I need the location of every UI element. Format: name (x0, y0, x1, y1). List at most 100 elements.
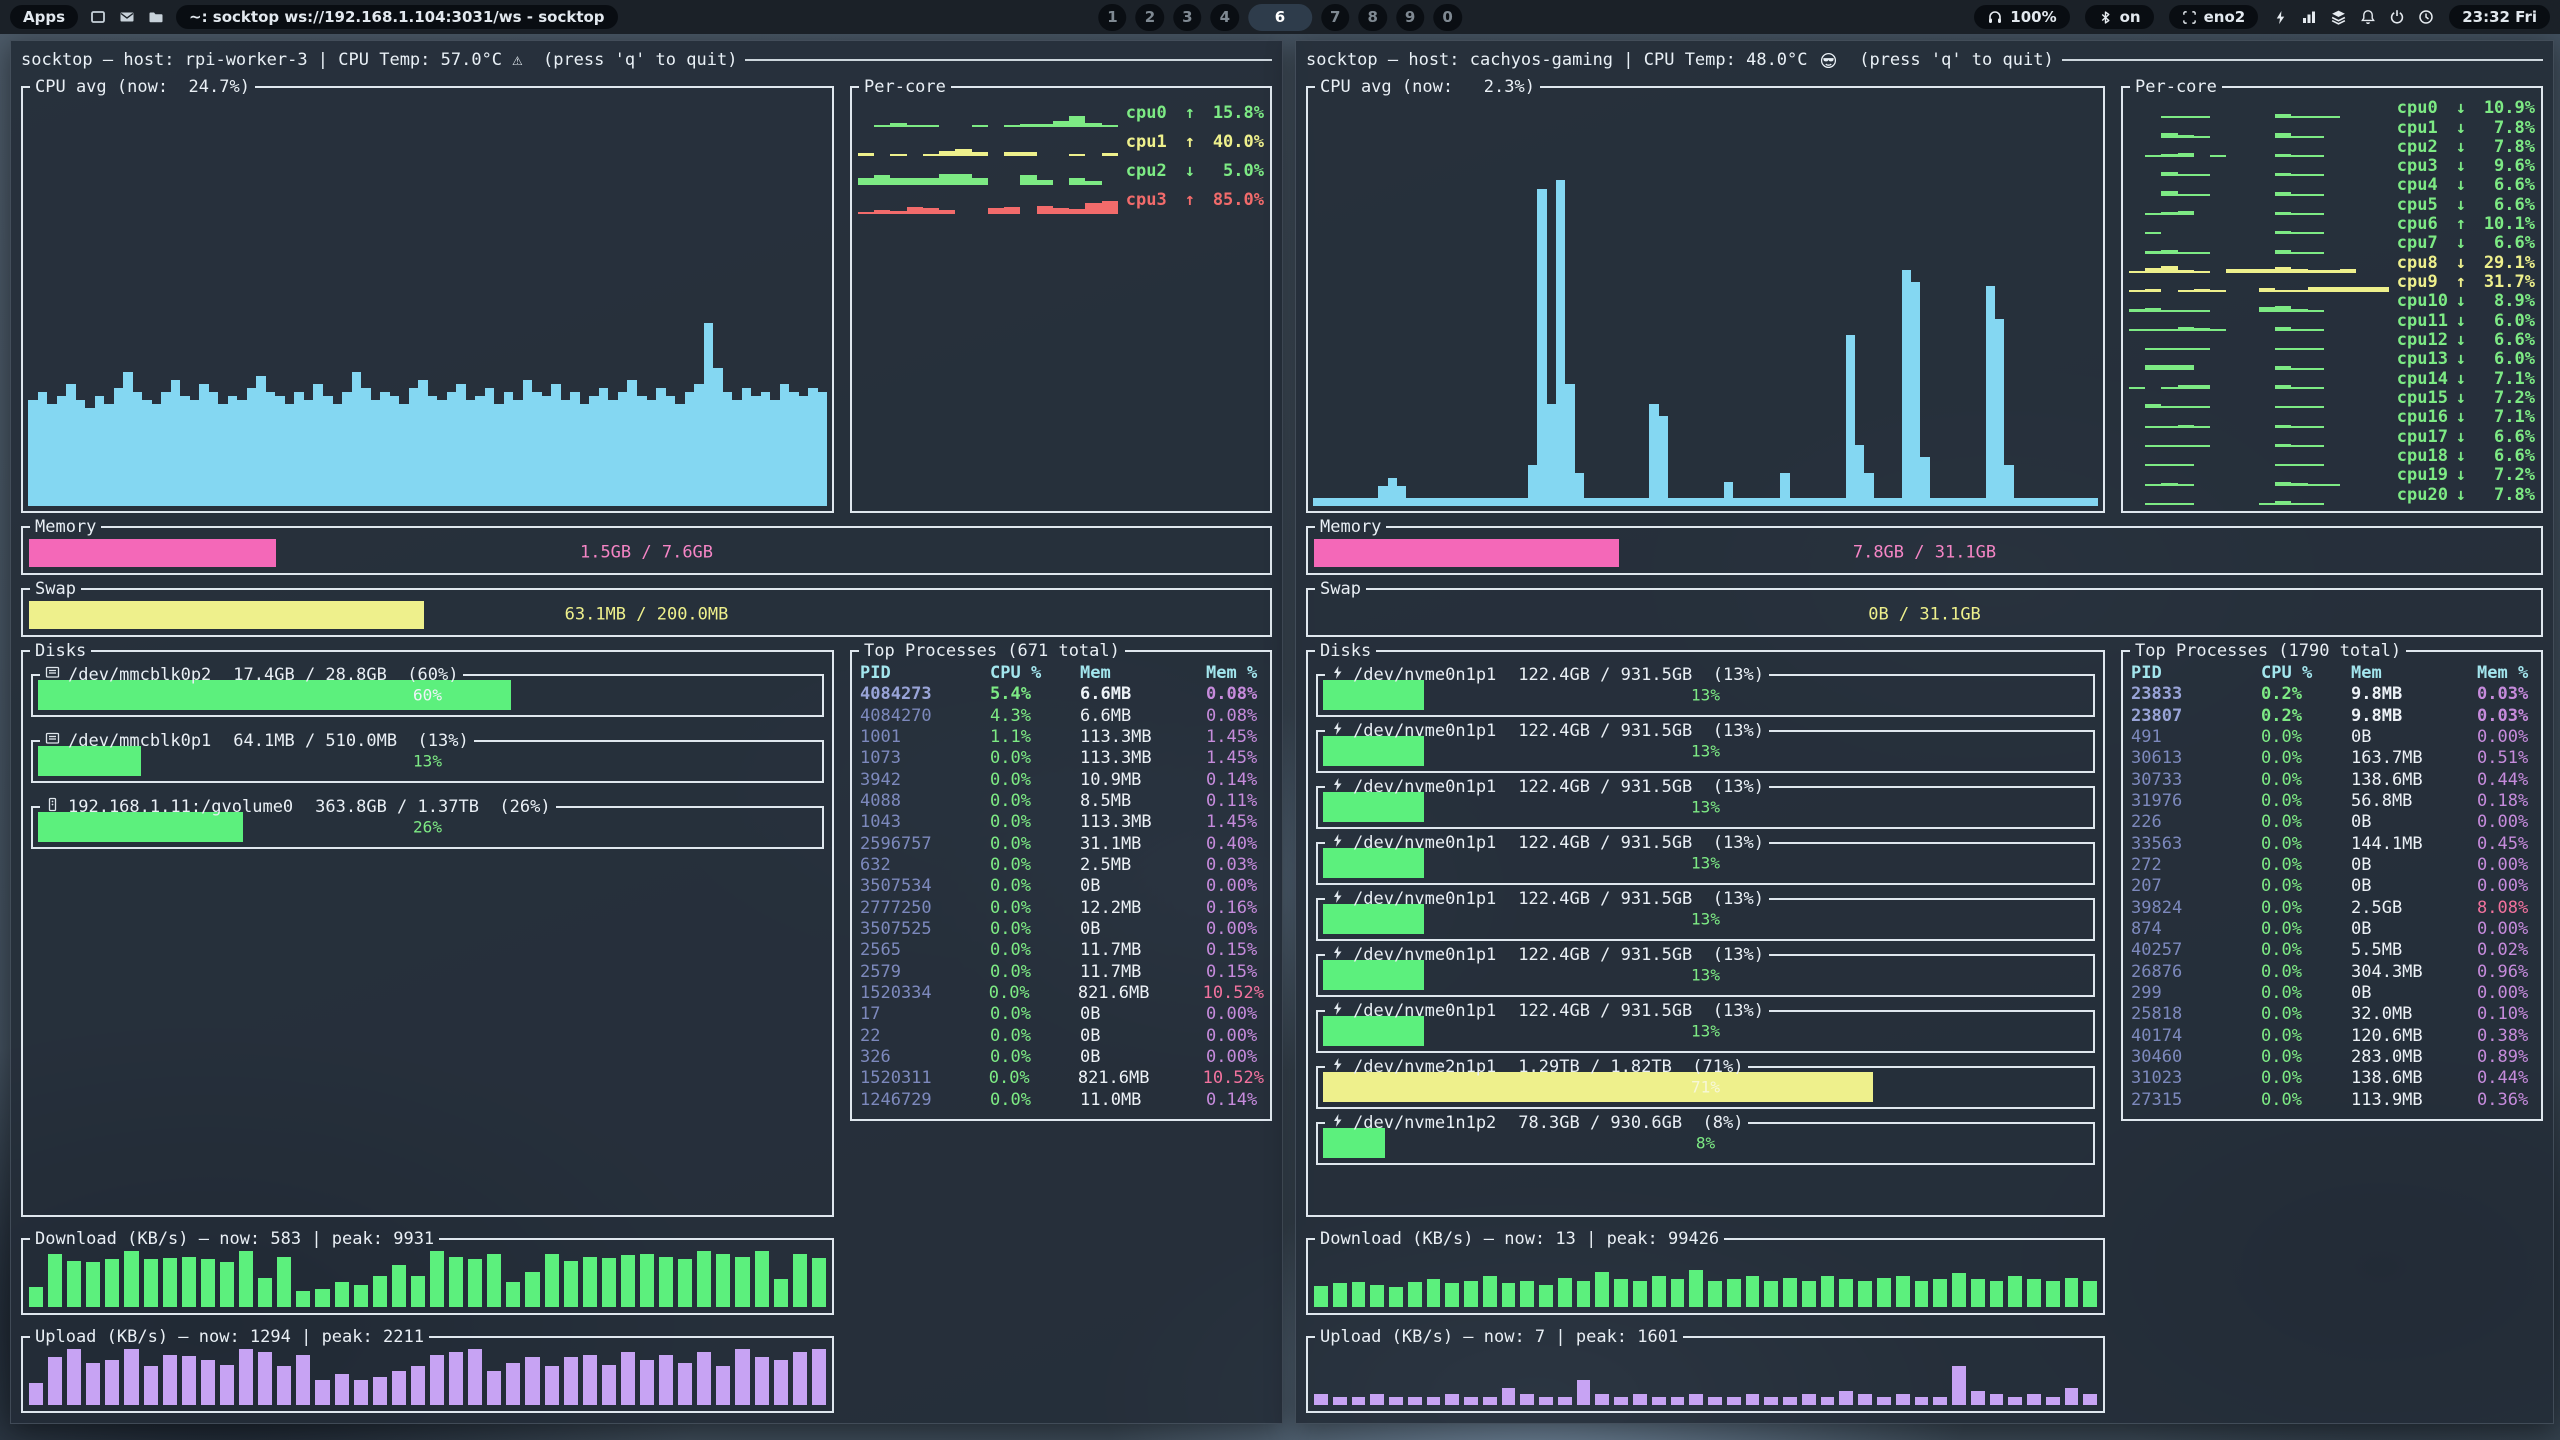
process-row: 40842735.4%6.6MB0.08% (860, 684, 1264, 705)
bar (755, 1251, 769, 1307)
bar (1520, 1394, 1534, 1405)
cpu-percent: 0.0% (990, 1090, 1080, 1111)
workspace-button-0[interactable]: 0 (1433, 4, 1461, 31)
core-sparkline (2129, 199, 2389, 215)
bar (1332, 498, 1341, 506)
cpu-percent: 0.0% (990, 791, 1080, 812)
bar (1705, 498, 1714, 506)
bar (1633, 1394, 1647, 1405)
workspace-button-7[interactable]: 7 (1321, 4, 1349, 31)
bar (923, 154, 939, 156)
focused-window-title[interactable]: ~: socktop ws://192.168.1.104:3031/ws - … (176, 5, 618, 29)
power-profile-bolt-icon[interactable] (2273, 10, 2288, 25)
bar (67, 1349, 81, 1405)
workspace-button-4[interactable]: 4 (1211, 4, 1239, 31)
layers-icon[interactable] (2330, 9, 2347, 26)
clock-indicator[interactable]: 23:32 Fri (2449, 5, 2550, 29)
core-usage: 31.7% (2471, 272, 2535, 293)
process-row: 307330.0%138.6MB0.44% (2131, 770, 2535, 791)
bar (1020, 124, 1036, 127)
core-sparkline (2129, 431, 2389, 447)
bar (228, 396, 238, 506)
bar (1821, 1276, 1835, 1307)
bar (504, 392, 514, 506)
volume-value: 100% (2010, 8, 2056, 26)
core-name: cpu13 (2397, 349, 2451, 370)
bar (1633, 1281, 1647, 1307)
bluetooth-indicator[interactable]: on (2085, 5, 2154, 29)
bar (1986, 286, 1995, 506)
clock-history-icon[interactable] (2418, 9, 2434, 25)
volume-indicator[interactable]: 100% (1974, 5, 2069, 29)
pid: 31976 (2131, 791, 2261, 812)
bar (1370, 1285, 1384, 1307)
socktop-title-right-pre: socktop — host: cachyos-gaming | CPU Tem… (1306, 50, 1818, 71)
workspace-button-2[interactable]: 2 (1136, 4, 1164, 31)
bar (1575, 473, 1584, 506)
border-segment (1769, 730, 2095, 732)
pid: 23833 (2131, 684, 2261, 705)
border-segment (1376, 650, 2105, 652)
resource-bars-icon[interactable] (2301, 9, 2317, 25)
bar (972, 125, 988, 127)
bar (1416, 498, 1425, 506)
border-segment (21, 1238, 30, 1240)
bar (1434, 498, 1443, 506)
bar (485, 388, 495, 506)
border-segment (31, 806, 40, 808)
core-trend-arrow: ↓ (2456, 465, 2466, 486)
workspace-button-9[interactable]: 9 (1396, 4, 1424, 31)
bar (2014, 498, 2023, 506)
bar (818, 392, 828, 506)
core-usage: 10.9% (2471, 98, 2535, 119)
mail-icon[interactable] (119, 9, 135, 25)
pid: 226 (2131, 812, 2261, 833)
mem: 163.7MB (2351, 748, 2477, 769)
mem: 304.3MB (2351, 962, 2477, 983)
workspace-button-3[interactable]: 3 (1173, 4, 1201, 31)
bar (2008, 1397, 2022, 1405)
bar (697, 1352, 711, 1405)
window-icon[interactable] (90, 9, 106, 25)
bar (1855, 445, 1864, 506)
notifications-bell-icon[interactable] (2360, 9, 2376, 25)
disks-title: Disks (1315, 641, 1376, 662)
apps-button[interactable]: Apps (10, 5, 78, 29)
core-row: cpu0↑15.8% (858, 99, 1264, 127)
terminal-window-right[interactable]: socktop — host: cachyos-gaming | CPU Tem… (1295, 40, 2554, 1424)
border-segment (2121, 650, 2130, 652)
mem-percent: 0.00% (2477, 727, 2535, 748)
bar (315, 1380, 329, 1405)
mem-percent: 8.08% (2477, 898, 2535, 919)
border-segment (2222, 86, 2543, 88)
disks-network-column: Disks /dev/mmcblk0p217.4GB / 28.8GB (60%… (21, 641, 834, 1413)
core-usage: 6.6% (2471, 175, 2535, 196)
core-sparkline (2129, 412, 2389, 428)
bar (468, 1259, 482, 1307)
workspace-button-8[interactable]: 8 (1358, 4, 1386, 31)
bar (1677, 498, 1686, 506)
workspace-button-1[interactable]: 1 (1098, 4, 1126, 31)
core-name: cpu3 (2397, 156, 2451, 177)
core-sparkline (2129, 160, 2389, 176)
bar (1671, 1279, 1685, 1307)
core-sparkline (2129, 373, 2389, 389)
core-label: cpu3↑85.0% (1126, 190, 1264, 211)
mem-percent: 0.16% (1206, 898, 1264, 919)
files-icon[interactable] (148, 9, 164, 25)
pid: 2777250 (860, 898, 990, 919)
bar (1874, 498, 1883, 506)
network-indicator[interactable]: eno2 (2169, 5, 2259, 29)
terminal-window-left[interactable]: socktop — host: rpi-worker-3 | CPU Temp:… (10, 40, 1283, 1424)
border-segment (2406, 650, 2543, 652)
workspace-button-6[interactable]: 6 (1248, 4, 1312, 31)
bar (1802, 1394, 1816, 1405)
bar (2008, 1276, 2022, 1307)
disk-entry: /dev/nvme0n1p1122.4GB / 931.5GB (13%)13% (1316, 843, 2095, 885)
border-segment (1683, 1336, 2105, 1338)
bar (38, 392, 48, 506)
mem: 0B (2351, 983, 2477, 1004)
bar (602, 1258, 616, 1307)
power-icon[interactable] (2389, 9, 2405, 25)
core-trend-arrow: ↓ (2456, 291, 2466, 312)
